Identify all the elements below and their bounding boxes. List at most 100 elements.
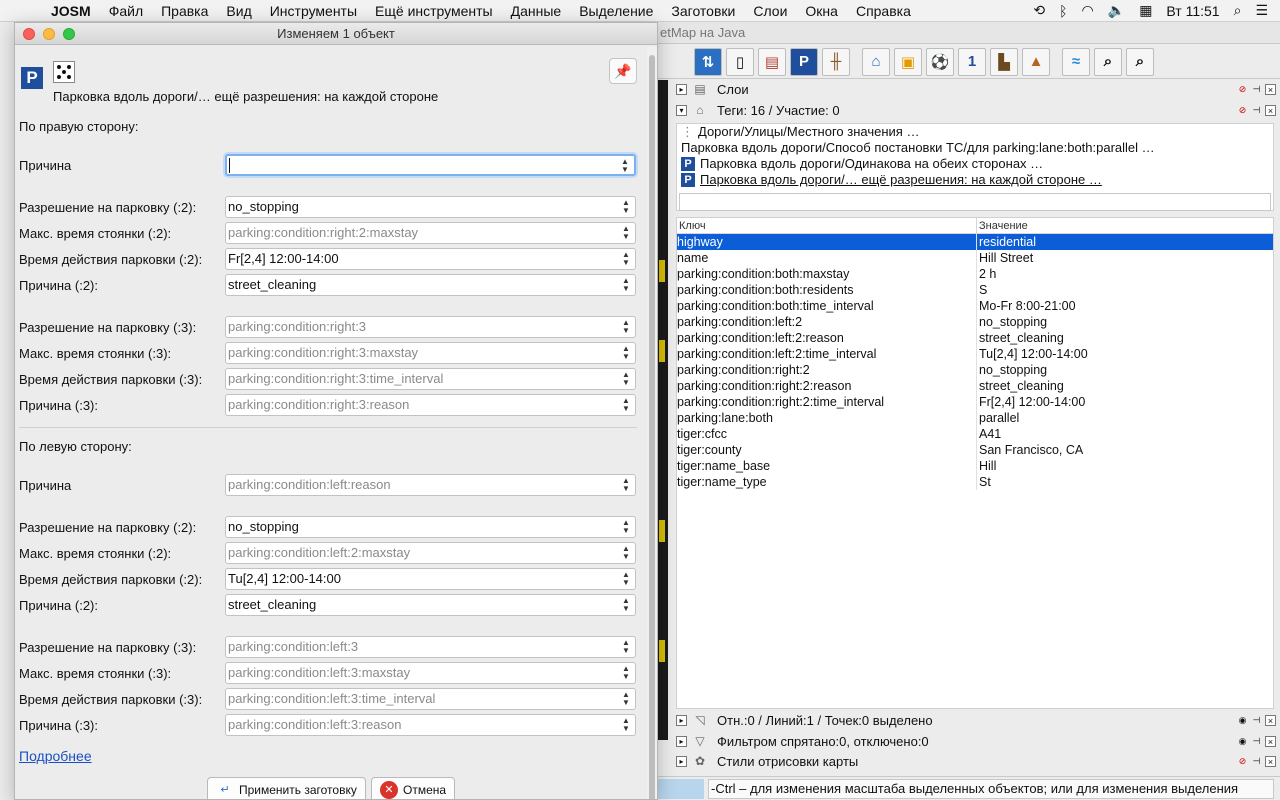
parking-icon[interactable]: P [790,47,818,76]
pin-icon[interactable]: 📌 [609,58,637,84]
expand-icon[interactable]: ▸ [676,735,687,747]
zoom-window-button[interactable] [63,28,75,40]
preset-link-parking-conditions[interactable]: P Парковка вдоль дороги/… ещё разрешения:… [677,172,1273,188]
field-combo[interactable]: street_cleaning ▲ ▼ [225,274,636,296]
menu-data[interactable]: Данные [502,3,571,19]
menu-more-tools[interactable]: Ещё инструменты [366,3,502,19]
column-value[interactable]: Значение [977,218,1028,233]
dropdown-arrows-icon[interactable]: ▲ ▼ [620,345,632,361]
tag-key[interactable]: tiger:county [677,442,977,458]
industrial-icon[interactable]: ▙ [990,47,1018,76]
dropdown-arrows-icon[interactable]: ▲ ▼ [620,691,632,707]
eye-icon[interactable]: ◉ [1237,736,1248,747]
tag-value[interactable]: Tu[2,4] 12:00-14:00 [977,346,1273,362]
tag-value[interactable]: parallel [977,410,1273,426]
pin-panel-icon[interactable]: ⊣ [1251,84,1262,95]
preset-link-parking-both[interactable]: P Парковка вдоль дороги/Одинакова на обеи… [677,156,1273,172]
apply-preset-button[interactable]: ↵ Применить заготовку [207,777,366,799]
railway-icon[interactable]: ╫ [822,47,850,76]
tag-value[interactable]: Hill [977,458,1273,474]
dropdown-arrows-icon[interactable]: ▲ ▼ [620,477,632,493]
waterway-icon[interactable]: ≈ [1062,47,1090,76]
close-window-button[interactable] [23,28,35,40]
field-combo[interactable]: parking:condition:right:3 ▲ ▼ [225,316,636,338]
bluetooth-icon[interactable]: ᛒ [1059,3,1067,19]
tag-key[interactable]: parking:lane:both [677,410,977,426]
preset-link-parking-orientation[interactable]: Парковка вдоль дороги/Способ постановки … [677,140,1273,156]
tag-value[interactable]: 2 h [977,266,1273,282]
field-combo[interactable]: parking:condition:right:3:maxstay ▲ ▼ [225,342,636,364]
tag-value[interactable]: no_stopping [977,314,1273,330]
dropdown-arrows-icon[interactable]: ▲ ▼ [620,225,632,241]
junction-icon[interactable]: ⇅ [694,47,722,76]
tag-key[interactable]: highway [677,234,977,250]
tag-key[interactable]: parking:condition:both:residents [677,282,977,298]
dialog-titlebar[interactable]: Изменяем 1 объект [15,23,657,45]
table-row[interactable]: parking:lane:both parallel [677,410,1273,426]
field-combo[interactable]: parking:condition:left:reason ▲ ▼ [225,474,636,496]
close-panel-icon[interactable]: × [1265,714,1276,726]
tag-key[interactable]: tiger:name_base [677,458,977,474]
dropdown-arrows-icon[interactable]: ▲ ▼ [620,199,632,215]
pin-panel-icon[interactable]: ⊣ [1251,736,1262,747]
field-combo[interactable]: parking:condition:left:3 ▲ ▼ [225,636,636,658]
menu-file[interactable]: Файл [100,3,152,19]
hide-panel-icon[interactable]: ⊘ [1237,756,1248,767]
dropdown-arrows-icon[interactable]: ▲ ▼ [620,639,632,655]
close-panel-icon[interactable]: × [1265,83,1276,95]
menu-selection[interactable]: Выделение [570,3,662,19]
dropdown-arrows-icon[interactable]: ▲ ▼ [620,251,632,267]
tag-key[interactable]: name [677,250,977,266]
tag-value[interactable]: S [977,282,1273,298]
dropdown-arrows-icon[interactable]: ▲ ▼ [620,545,632,561]
barrier-wall-icon[interactable]: ▤ [758,47,786,76]
table-row[interactable]: parking:condition:right:2:reason street_c… [677,378,1273,394]
eye-icon[interactable]: ◉ [1237,715,1248,726]
tag-key[interactable]: parking:condition:right:2:reason [677,378,977,394]
clock[interactable]: Вт 11:51 [1166,3,1219,19]
reason-input[interactable]: ▲ ▼ [225,154,636,176]
search-preset-2-icon[interactable]: ⌕ [1126,47,1154,76]
dropdown-arrows-icon[interactable]: ▲ ▼ [620,597,632,613]
hotel-icon[interactable]: ⌂ [862,47,890,76]
dropdown-arrows-icon[interactable]: ▲ ▼ [619,158,631,174]
dialog-scrollbar[interactable] [647,47,657,799]
field-combo[interactable]: Fr[2,4] 12:00-14:00 ▲ ▼ [225,248,636,270]
table-row[interactable]: parking:condition:both:time_interval Mo-F… [677,298,1273,314]
field-combo[interactable]: parking:condition:left:3:time_interval ▲ ▼ [225,688,636,710]
close-panel-icon[interactable]: × [1265,104,1276,116]
tag-key[interactable]: parking:condition:both:time_interval [677,298,977,314]
field-combo[interactable]: parking:condition:right:3:reason ▲ ▼ [225,394,636,416]
dropdown-arrows-icon[interactable]: ▲ ▼ [620,397,632,413]
tag-value[interactable]: no_stopping [977,362,1273,378]
tag-filter-input[interactable] [679,193,1271,211]
close-panel-icon[interactable]: × [1265,735,1276,747]
menu-app-name[interactable]: JOSM [42,3,100,19]
tag-value[interactable]: Fr[2,4] 12:00-14:00 [977,394,1273,410]
field-combo[interactable]: no_stopping ▲ ▼ [225,196,636,218]
menu-presets[interactable]: Заготовки [662,3,744,19]
more-link[interactable]: Подробнее [19,748,92,764]
dropdown-arrows-icon[interactable]: ▲ ▼ [620,277,632,293]
time-machine-icon[interactable]: ⟲ [1033,2,1045,19]
dropdown-arrows-icon[interactable]: ▲ ▼ [620,665,632,681]
table-row[interactable]: parking:condition:both:residents S [677,282,1273,298]
tag-value[interactable]: street_cleaning [977,378,1273,394]
table-row[interactable]: tiger:name_type St [677,474,1273,490]
dropdown-arrows-icon[interactable]: ▲ ▼ [620,319,632,335]
spotlight-icon[interactable]: ⌕ [1234,2,1242,19]
tag-value[interactable]: Hill Street [977,250,1273,266]
expand-icon[interactable]: ▸ [676,755,687,767]
dropdown-arrows-icon[interactable]: ▲ ▼ [620,371,632,387]
menu-tools[interactable]: Инструменты [261,3,366,19]
filter-panel-header[interactable]: ▸ ▽ Фильтром спрятано:0, отключено:0 ◉ ⊣ × [676,731,1276,751]
table-row[interactable]: parking:condition:both:maxstay 2 h [677,266,1273,282]
table-row[interactable]: parking:condition:left:2:reason street_cl… [677,330,1273,346]
dropdown-arrows-icon[interactable]: ▲ ▼ [620,519,632,535]
tag-key[interactable]: parking:condition:right:2:time_interval [677,394,977,410]
route-number-icon[interactable]: 1 [958,47,986,76]
menu-help[interactable]: Справка [847,3,920,19]
flag-icon[interactable]: ▦ [1139,2,1152,19]
tag-key[interactable]: tiger:name_type [677,474,977,490]
search-preset-icon[interactable]: ⌕ [1094,47,1122,76]
